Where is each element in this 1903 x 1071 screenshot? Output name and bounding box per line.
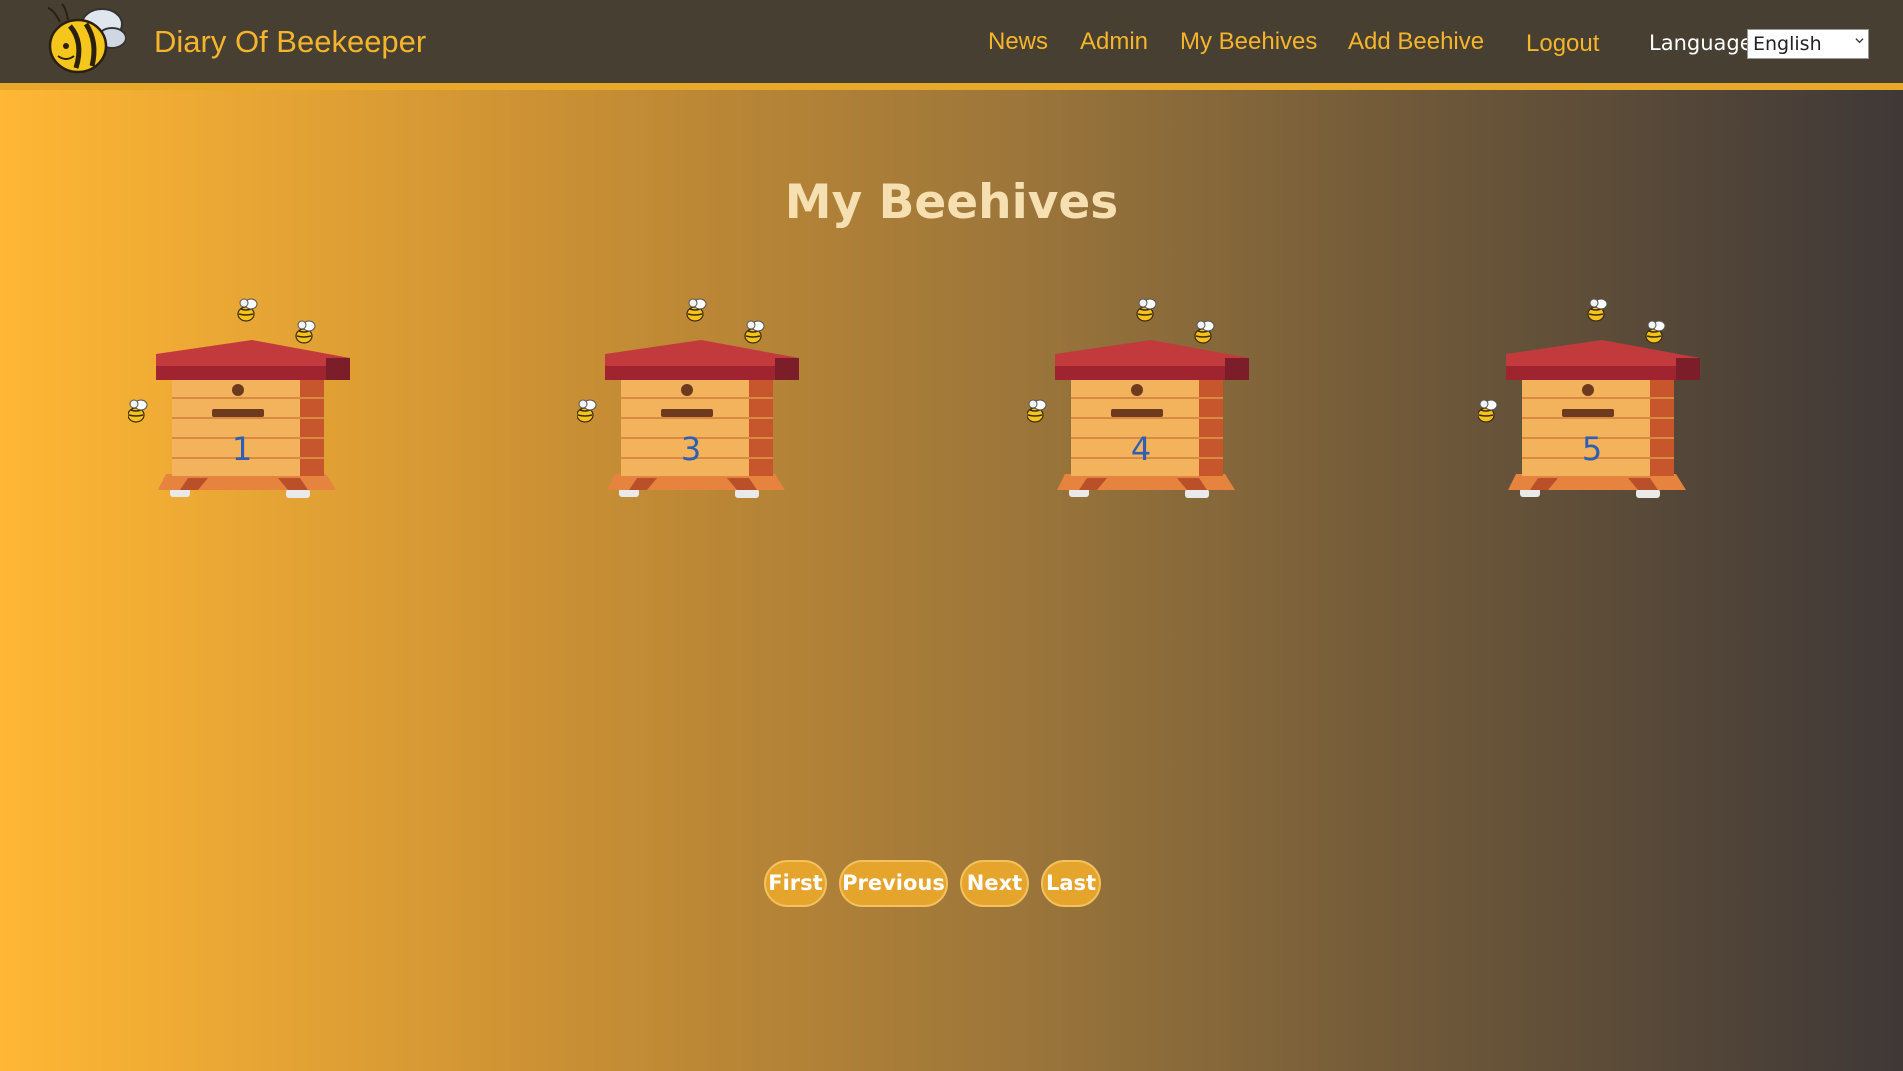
language-selected-value: English [1753, 33, 1822, 55]
pagination: First Previous Next Last [0, 860, 1903, 910]
logout-link[interactable]: Logout [1526, 30, 1599, 58]
language-label: Language [1649, 31, 1753, 55]
beehive-number: 5 [1581, 430, 1603, 468]
chevron-down-icon [1855, 38, 1864, 44]
beehive-icon [577, 288, 817, 518]
beehive-card[interactable]: 5 [1478, 288, 1718, 518]
bee-logo-icon[interactable] [40, 2, 126, 78]
beehive-number: 4 [1130, 430, 1152, 468]
brand-title[interactable]: Diary Of Beekeeper [154, 24, 426, 60]
beehive-card[interactable]: 1 [128, 288, 368, 518]
beehive-card[interactable]: 3 [577, 288, 817, 518]
language-select[interactable]: English [1747, 29, 1869, 59]
beehive-icon [1478, 288, 1718, 518]
navbar: Diary Of Beekeeper News Admin My Beehive… [0, 0, 1903, 90]
last-page-button[interactable]: Last [1041, 860, 1101, 907]
beehive-number: 1 [231, 430, 253, 468]
beehive-icon [1027, 288, 1267, 518]
nav-link-my-beehives[interactable]: My Beehives [1180, 28, 1317, 56]
nav-link-admin[interactable]: Admin [1080, 28, 1148, 56]
beehive-card[interactable]: 4 [1027, 288, 1267, 518]
nav-link-add-beehive[interactable]: Add Beehive [1348, 28, 1484, 56]
page-title: My Beehives [784, 175, 1119, 230]
beehive-number: 3 [680, 430, 702, 468]
next-page-button[interactable]: Next [960, 860, 1029, 907]
main-content: My Beehives 1 3 4 5 First Previous Next … [0, 90, 1903, 1071]
nav-link-news[interactable]: News [988, 28, 1048, 56]
previous-page-button[interactable]: Previous [839, 860, 948, 907]
first-page-button[interactable]: First [764, 860, 827, 907]
beehive-icon [128, 288, 368, 518]
